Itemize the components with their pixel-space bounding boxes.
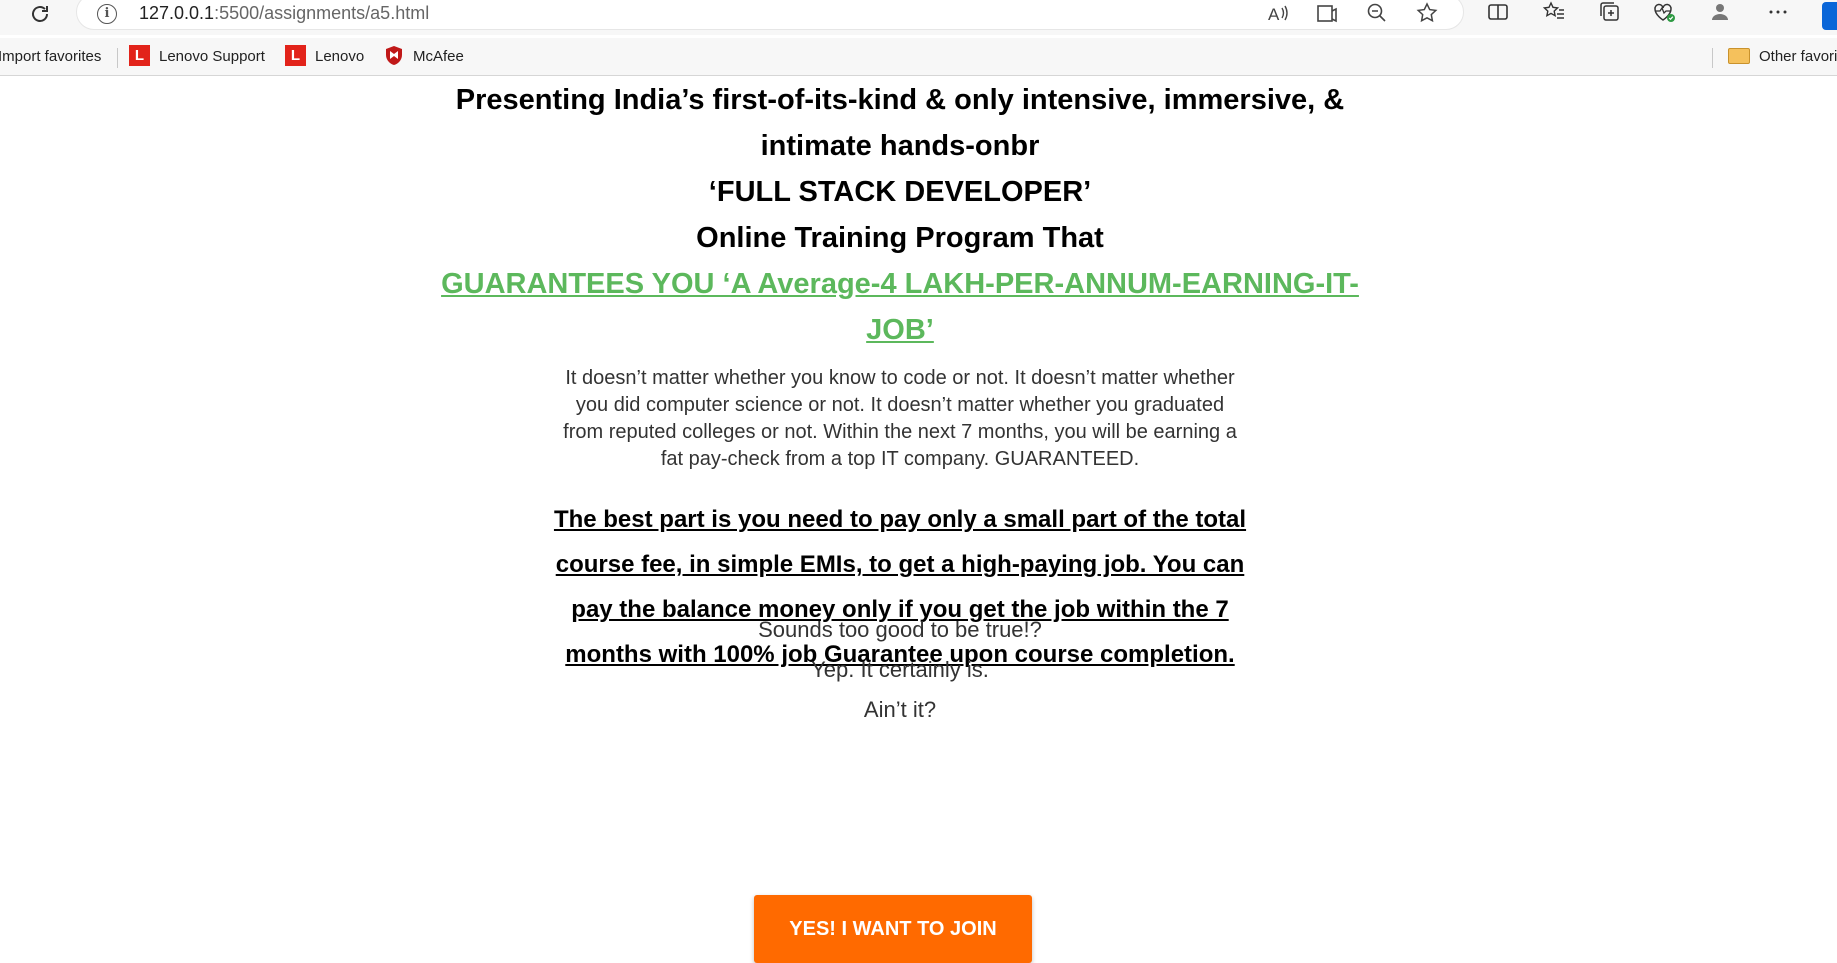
program-description: It doesn’t matter whether you know to co… (563, 367, 1237, 470)
favorites-separator (117, 48, 118, 68)
favorites-bar: Import favorites L Lenovo Support L Lenovo… (0, 38, 1837, 76)
browser-toolbar: i 127.0.0.1:5500/assignments/a5.html A (0, 0, 1837, 35)
guarantee-line: GUARANTEES YOU ‘A Average-4 LAKH-PER-ANN… (441, 268, 1359, 300)
import-favorites-link[interactable]: Import favorites (0, 44, 101, 70)
favorite-lenovo[interactable]: L Lenovo (285, 44, 364, 70)
favorite-lenovo-support[interactable]: L Lenovo Support (129, 44, 265, 70)
url-text[interactable]: 127.0.0.1:5500/assignments/a5.html (139, 3, 429, 24)
best-part-statement: The best part is you need to pay only a … (553, 506, 1247, 668)
zoom-out-icon[interactable] (1364, 1, 1390, 27)
favorite-mcafee[interactable]: McAfee (384, 44, 464, 70)
immersive-reader-icon[interactable] (1314, 1, 1340, 27)
svg-text:A: A (1268, 5, 1280, 24)
hero-section: Presenting India’s first-of-its-kind & o… (430, 77, 1370, 353)
page-headline: Presenting India’s first-of-its-kind & o… (430, 77, 1370, 261)
favorite-star-icon[interactable] (1414, 1, 1440, 27)
headline-line: Online Training Program That (696, 222, 1104, 254)
browser-essentials-icon[interactable] (1650, 0, 1678, 28)
folder-icon (1728, 47, 1750, 64)
url-host: 127.0.0.1 (139, 3, 215, 23)
favorite-label: Lenovo Support (159, 48, 265, 65)
lenovo-icon: L (129, 45, 150, 67)
more-icon[interactable] (1764, 0, 1792, 28)
favorite-label: McAfee (413, 48, 464, 65)
join-button[interactable]: YES! I WANT TO JOIN (754, 895, 1032, 963)
favorites-icon[interactable] (1540, 0, 1568, 28)
tease-text: Yep. It certainly is. (811, 657, 989, 682)
tease-text: Ain’t it? (863, 697, 937, 722)
address-bar[interactable]: i 127.0.0.1:5500/assignments/a5.html A (76, 0, 1464, 30)
split-screen-icon[interactable] (1484, 0, 1512, 28)
favorite-label: Lenovo (315, 48, 365, 65)
mcafee-icon (384, 45, 404, 66)
collections-icon[interactable] (1596, 0, 1624, 28)
headline-line: Presenting India’s first-of-its-kind & o… (455, 84, 1345, 116)
lenovo-icon: L (285, 45, 306, 67)
headline-line: intimate hands-onbr (760, 130, 1040, 162)
copilot-icon[interactable] (1822, 2, 1837, 30)
guarantee-line: JOB’ (866, 314, 934, 346)
headline-line: ‘FULL STACK DEVELOPER’ (708, 176, 1092, 208)
url-path: :5500/assignments/a5.html (214, 3, 430, 23)
other-favorites-folder[interactable]: Other favori (1728, 44, 1837, 70)
other-favorites-label: Other favori (1759, 48, 1837, 65)
site-info-icon[interactable]: i (97, 4, 117, 24)
refresh-icon[interactable] (28, 2, 52, 26)
read-aloud-icon[interactable]: A (1265, 1, 1291, 27)
profile-icon[interactable] (1706, 0, 1734, 28)
favorites-separator (1712, 48, 1713, 68)
page-content: Presenting India’s first-of-its-kind & o… (0, 77, 1837, 963)
tease-text: Sounds too good to be true!? (758, 617, 1042, 642)
